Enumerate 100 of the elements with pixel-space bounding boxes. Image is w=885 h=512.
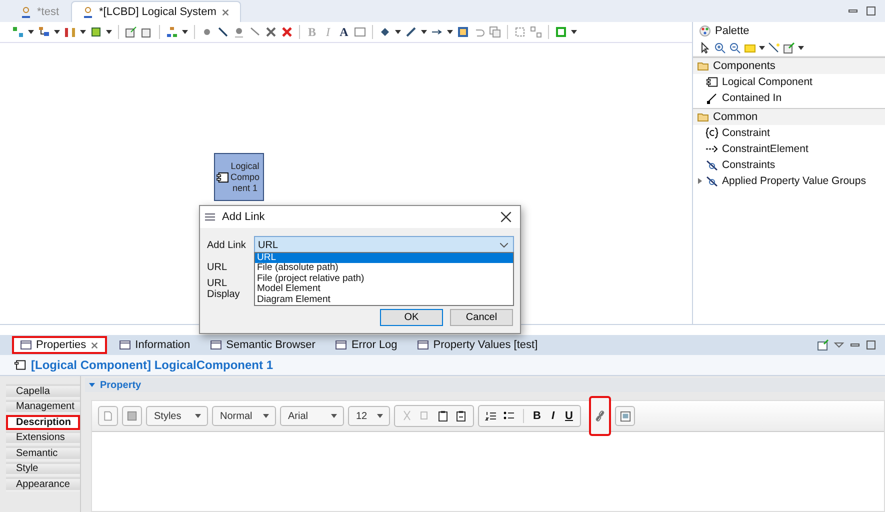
- dialog-title: Add Link: [222, 211, 265, 223]
- dialog-button[interactable]: Cancel: [450, 309, 513, 326]
- chevron-icon: [500, 242, 508, 248]
- palette-drawer[interactable]: Components: [693, 57, 885, 74]
- maximize-icon[interactable]: [865, 5, 877, 17]
- zoom-out-icon[interactable]: [729, 42, 741, 54]
- palette-item[interactable]: Applied Property Value Groups: [693, 173, 885, 189]
- menu-icon: [204, 211, 216, 223]
- palette-item[interactable]: Constraints: [693, 157, 885, 173]
- caret-icon[interactable]: [759, 46, 765, 50]
- cross-icon[interactable]: [281, 26, 293, 38]
- export-icon[interactable]: [125, 26, 137, 38]
- collapse-icon[interactable]: [89, 383, 95, 387]
- expand-icon[interactable]: [698, 178, 702, 184]
- maximize-icon[interactable]: [865, 339, 877, 351]
- component-icon: [706, 76, 718, 88]
- select-all-icon[interactable]: [514, 26, 526, 38]
- editor-dropdown[interactable]: 12: [348, 406, 390, 426]
- caret-icon[interactable]: [447, 30, 453, 34]
- link-button[interactable]: [589, 396, 611, 436]
- caret-icon[interactable]: [80, 30, 86, 34]
- palette-item[interactable]: Constraint: [693, 125, 885, 141]
- connector-icon[interactable]: [768, 42, 780, 54]
- save-icon: [127, 411, 137, 421]
- numbered-list-icon[interactable]: [485, 410, 497, 422]
- editor-dropdown[interactable]: Styles: [146, 406, 208, 426]
- new-document-button[interactable]: [98, 406, 118, 426]
- caret-icon[interactable]: [28, 30, 34, 34]
- format-button[interactable]: U: [564, 410, 574, 422]
- cross-icon[interactable]: [265, 26, 277, 38]
- component-icon: [216, 172, 229, 182]
- section-header[interactable]: Property: [85, 378, 885, 392]
- dot-icon[interactable]: [233, 26, 245, 38]
- palette-item[interactable]: ConstraintElement: [693, 141, 885, 157]
- property-tab[interactable]: Capella: [6, 384, 80, 398]
- caret-icon[interactable]: [421, 30, 427, 34]
- slash-icon[interactable]: [217, 26, 229, 38]
- view-tab[interactable]: Information: [111, 336, 198, 354]
- folder-icon: [697, 60, 709, 72]
- hierarchy-icon[interactable]: [166, 26, 178, 38]
- properties-title: [Logical Component] LogicalComponent 1: [31, 358, 273, 372]
- property-tab[interactable]: Management: [6, 400, 80, 414]
- paste-icon[interactable]: [455, 410, 467, 422]
- editor-tab[interactable]: *[LCBD] Logical System: [71, 1, 242, 22]
- bullet-list-icon[interactable]: [503, 410, 515, 422]
- bars-icon[interactable]: [64, 26, 76, 38]
- format-button[interactable]: B: [532, 410, 542, 422]
- pointer-icon[interactable]: [699, 42, 711, 54]
- dropdown-option[interactable]: File (project relative path): [255, 274, 513, 284]
- tree-icon[interactable]: [38, 26, 50, 38]
- caret-icon[interactable]: [571, 30, 577, 34]
- property-tab[interactable]: Style: [6, 462, 80, 476]
- image-button[interactable]: [615, 406, 635, 426]
- property-tab[interactable]: Appearance: [6, 477, 80, 492]
- caret-icon[interactable]: [106, 30, 112, 34]
- view-tab[interactable]: Properties: [12, 336, 108, 354]
- paste-icon[interactable]: [437, 410, 449, 422]
- save-button[interactable]: [122, 406, 142, 426]
- editor-dropdown[interactable]: Normal: [212, 406, 276, 426]
- caret-icon[interactable]: [182, 30, 188, 34]
- palette-title: Palette: [715, 25, 750, 37]
- diagram-icon: [82, 6, 94, 18]
- layout-icon[interactable]: [530, 26, 542, 38]
- dialog-button[interactable]: OK: [380, 309, 443, 326]
- picture-frame-icon[interactable]: [457, 26, 469, 38]
- link-icon: [594, 410, 606, 422]
- filter-icon: [706, 175, 718, 187]
- close-icon[interactable]: [500, 211, 512, 223]
- pen-icon[interactable]: [405, 26, 417, 38]
- dropdown-option[interactable]: Diagram Element: [255, 294, 513, 305]
- diagram-icon: [20, 6, 32, 18]
- caret-icon[interactable]: [54, 30, 60, 34]
- property-tab[interactable]: Semantic: [6, 446, 80, 460]
- view-tab[interactable]: Error Log: [327, 336, 406, 354]
- zoom-in-icon[interactable]: [714, 42, 726, 54]
- palette-item[interactable]: Contained In: [693, 90, 885, 106]
- folder-icon: [697, 111, 709, 123]
- property-tab[interactable]: Description: [6, 415, 80, 430]
- property-tab[interactable]: Extensions: [6, 430, 80, 445]
- caret-icon[interactable]: [798, 46, 804, 50]
- palette-item[interactable]: Logical Component: [693, 74, 885, 90]
- view-tab[interactable]: Property Values [test]: [409, 336, 546, 354]
- dropdown-option[interactable]: URL: [255, 253, 513, 264]
- new-window-icon[interactable]: [817, 339, 829, 351]
- copy-icon[interactable]: [489, 26, 501, 38]
- squares-icon[interactable]: [12, 26, 24, 38]
- dropdown-option[interactable]: Model Element: [255, 284, 513, 295]
- palette-icon: [699, 25, 711, 37]
- dropdown-option[interactable]: File (absolute path): [255, 263, 513, 274]
- palette-drawer[interactable]: Common: [693, 108, 885, 125]
- logical-component-node[interactable]: LogicalComponent 1: [214, 153, 264, 201]
- dot-icon[interactable]: [201, 26, 213, 38]
- field-label: URL: [207, 262, 228, 272]
- format-button[interactable]: I: [548, 410, 558, 422]
- paint-bucket-icon[interactable]: [379, 26, 391, 38]
- view-tab[interactable]: Semantic Browser: [202, 336, 324, 354]
- caret-icon[interactable]: [395, 30, 401, 34]
- editor-dropdown[interactable]: Arial: [280, 406, 344, 426]
- view-icon: [119, 339, 132, 351]
- format-button[interactable]: A: [338, 24, 350, 40]
